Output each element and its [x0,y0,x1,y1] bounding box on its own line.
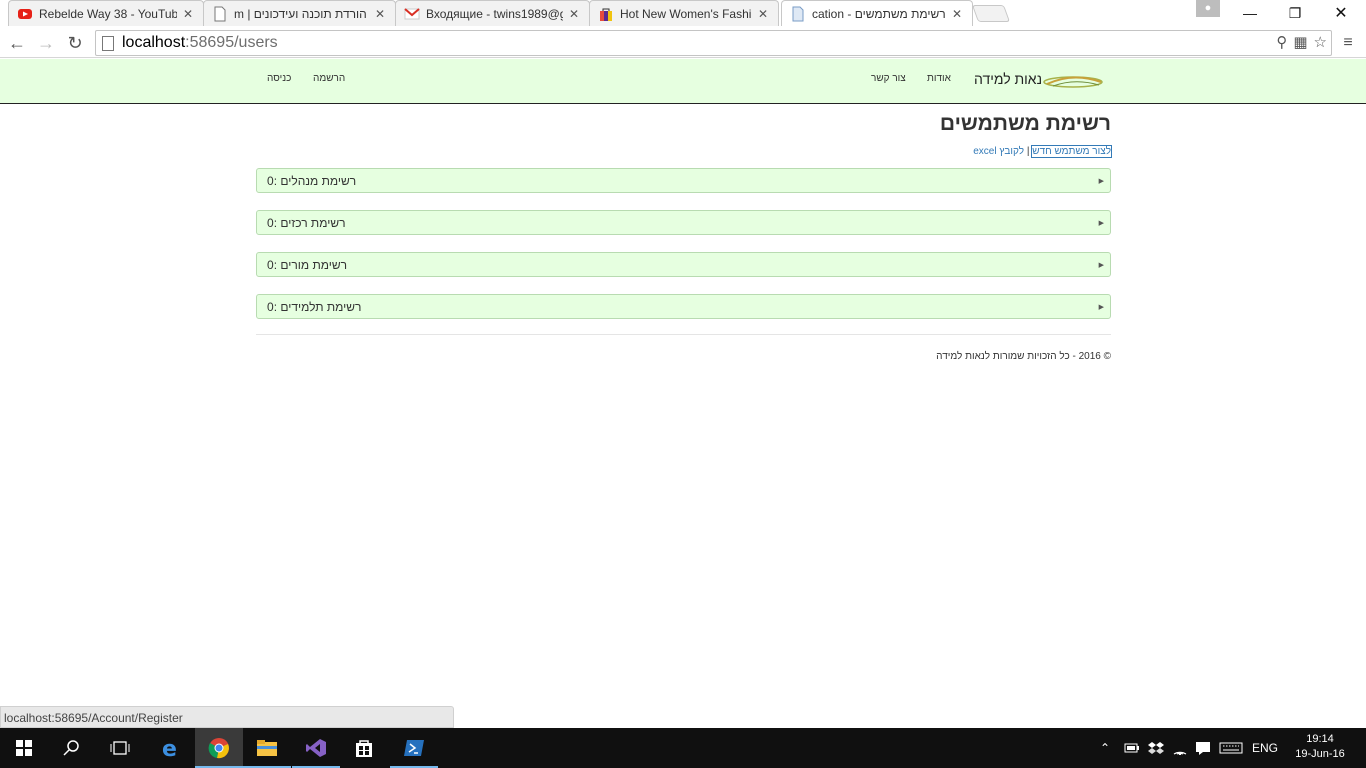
new-user-link[interactable]: לצור משתמש חדש [1031,145,1112,158]
tab-close-icon[interactable]: ✕ [373,7,387,21]
tab-title: Входящие - twins1989@g [426,6,563,21]
excel-export-link[interactable]: לקובץ excel [973,146,1024,157]
restore-icon[interactable]: ❐ [1272,0,1318,26]
store-icon[interactable] [340,728,388,768]
browser-status-bar: localhost:58695/Account/Register [0,706,454,728]
browser-tab-downloads[interactable]: הורדת תוכנה ועידכונים | m ✕ [203,0,396,26]
zoom-icon[interactable]: ⚲ [1276,33,1287,51]
forward-arrow-icon[interactable]: → [35,32,57,54]
input-language[interactable]: ENG [1252,728,1278,768]
panel-managers[interactable]: רשימת מנהלים :0 ▶ [256,168,1111,193]
page-icon [212,6,228,22]
visual-studio-icon[interactable] [292,728,340,768]
back-arrow-icon[interactable]: ← [6,32,28,54]
battery-icon[interactable] [1124,728,1140,768]
windows-start-icon[interactable] [0,728,48,768]
panel-label: רשימת מורים :0 [267,257,348,272]
reload-icon[interactable]: ↻ [64,32,86,54]
browser-tab-gmail[interactable]: Входящие - twins1989@g ✕ [395,0,590,26]
nav-about-link[interactable]: אודות [927,73,951,84]
brand-logo-icon[interactable] [1043,74,1103,90]
url-path: :58695/users [185,34,278,51]
footer-divider [256,334,1111,335]
tab-title: רשימת משתמשים - cation [812,6,946,21]
notifications-icon[interactable] [1195,728,1211,768]
panel-label: רשימת תלמידים :0 [267,299,362,314]
keyboard-icon[interactable] [1219,728,1243,768]
windows-taskbar: e ⌃ ENG 19:14 19-Jun-16 [0,728,1366,768]
expand-arrow-icon[interactable]: ▶ [1099,219,1104,227]
chrome-menu-icon[interactable]: ≡ [1340,34,1356,52]
tab-close-icon[interactable]: ✕ [950,7,964,21]
site-navbar: נאות למידה אודות צור קשר הרשמה כניסה [0,59,1366,104]
brand-link[interactable]: נאות למידה [974,71,1042,87]
panel-teachers[interactable]: רשימת מורים :0 ▶ [256,252,1111,277]
dropbox-icon[interactable] [1148,728,1164,768]
tab-title: Rebelde Way 38 - YouTub [39,6,177,21]
show-hidden-icons[interactable]: ⌃ [1100,728,1110,768]
page-info-icon[interactable] [102,35,114,51]
links-separator: | [1026,146,1030,157]
search-icon[interactable] [48,728,96,768]
page-icon [790,6,806,22]
panel-students[interactable]: רשימת תלמידים :0 ▶ [256,294,1111,319]
panel-coordinators[interactable]: רשימת רכזים :0 ▶ [256,210,1111,235]
expand-arrow-icon[interactable]: ▶ [1099,261,1104,269]
url-host: localhost [122,34,186,51]
browser-toolbar: ← → ↻ localhost:58695/users ⚲ ▦ ☆ ≡ [0,28,1366,58]
action-links: לצור משתמש חדש | לקובץ excel [700,145,1112,158]
tab-title: הורדת תוכנה ועידכונים | m [234,6,367,21]
shop-bag-icon [598,6,614,22]
clock-date: 19-Jun-16 [1295,748,1345,760]
bookmark-star-icon[interactable]: ☆ [1314,33,1327,51]
browser-tab-users[interactable]: רשימת משתמשים - cation ✕ [781,0,973,26]
tab-close-icon[interactable]: ✕ [567,7,581,21]
nav-register-link[interactable]: הרשמה [313,73,345,84]
tab-title: Hot New Women's Fashio [620,6,752,21]
minimize-icon[interactable]: — [1227,0,1273,26]
browser-tabstrip: Rebelde Way 38 - YouTub ✕ הורדת תוכנה וע… [0,0,1366,28]
task-view-icon[interactable] [96,728,144,768]
page-title: רשימת משתמשים [939,112,1111,135]
chrome-icon[interactable] [195,728,243,768]
svg-text:e: e [162,737,177,759]
panel-label: רשימת רכזים :0 [267,215,346,230]
powershell-icon[interactable] [390,728,438,768]
wifi-icon[interactable] [1172,728,1188,768]
edge-browser-icon[interactable]: e [146,728,194,768]
tab-close-icon[interactable]: ✕ [756,7,770,21]
file-explorer-icon[interactable] [243,728,291,768]
taskbar-clock[interactable]: 19:14 19-Jun-16 [1290,732,1350,762]
browser-tab-fashion[interactable]: Hot New Women's Fashio ✕ [589,0,779,26]
clock-time: 19:14 [1306,733,1334,745]
close-window-icon[interactable]: ✕ [1318,0,1364,26]
browser-tab-youtube[interactable]: Rebelde Way 38 - YouTub ✕ [8,0,204,26]
profile-icon[interactable]: ● [1196,0,1220,17]
expand-arrow-icon[interactable]: ▶ [1099,177,1104,185]
tab-close-icon[interactable]: ✕ [181,7,195,21]
panel-label: רשימת מנהלים :0 [267,173,357,188]
gmail-icon [404,6,420,22]
address-bar[interactable]: localhost:58695/users ⚲ ▦ ☆ [95,30,1332,56]
expand-arrow-icon[interactable]: ▶ [1099,303,1104,311]
new-tab-button[interactable] [971,5,1011,22]
nav-contact-link[interactable]: צור קשר [871,73,906,84]
translate-icon[interactable]: ▦ [1293,33,1307,51]
youtube-icon [17,6,33,22]
footer-copyright: © 2016 - כל הזכויות שמורות לנאות למידה [936,351,1111,362]
nav-login-link[interactable]: כניסה [267,73,291,84]
